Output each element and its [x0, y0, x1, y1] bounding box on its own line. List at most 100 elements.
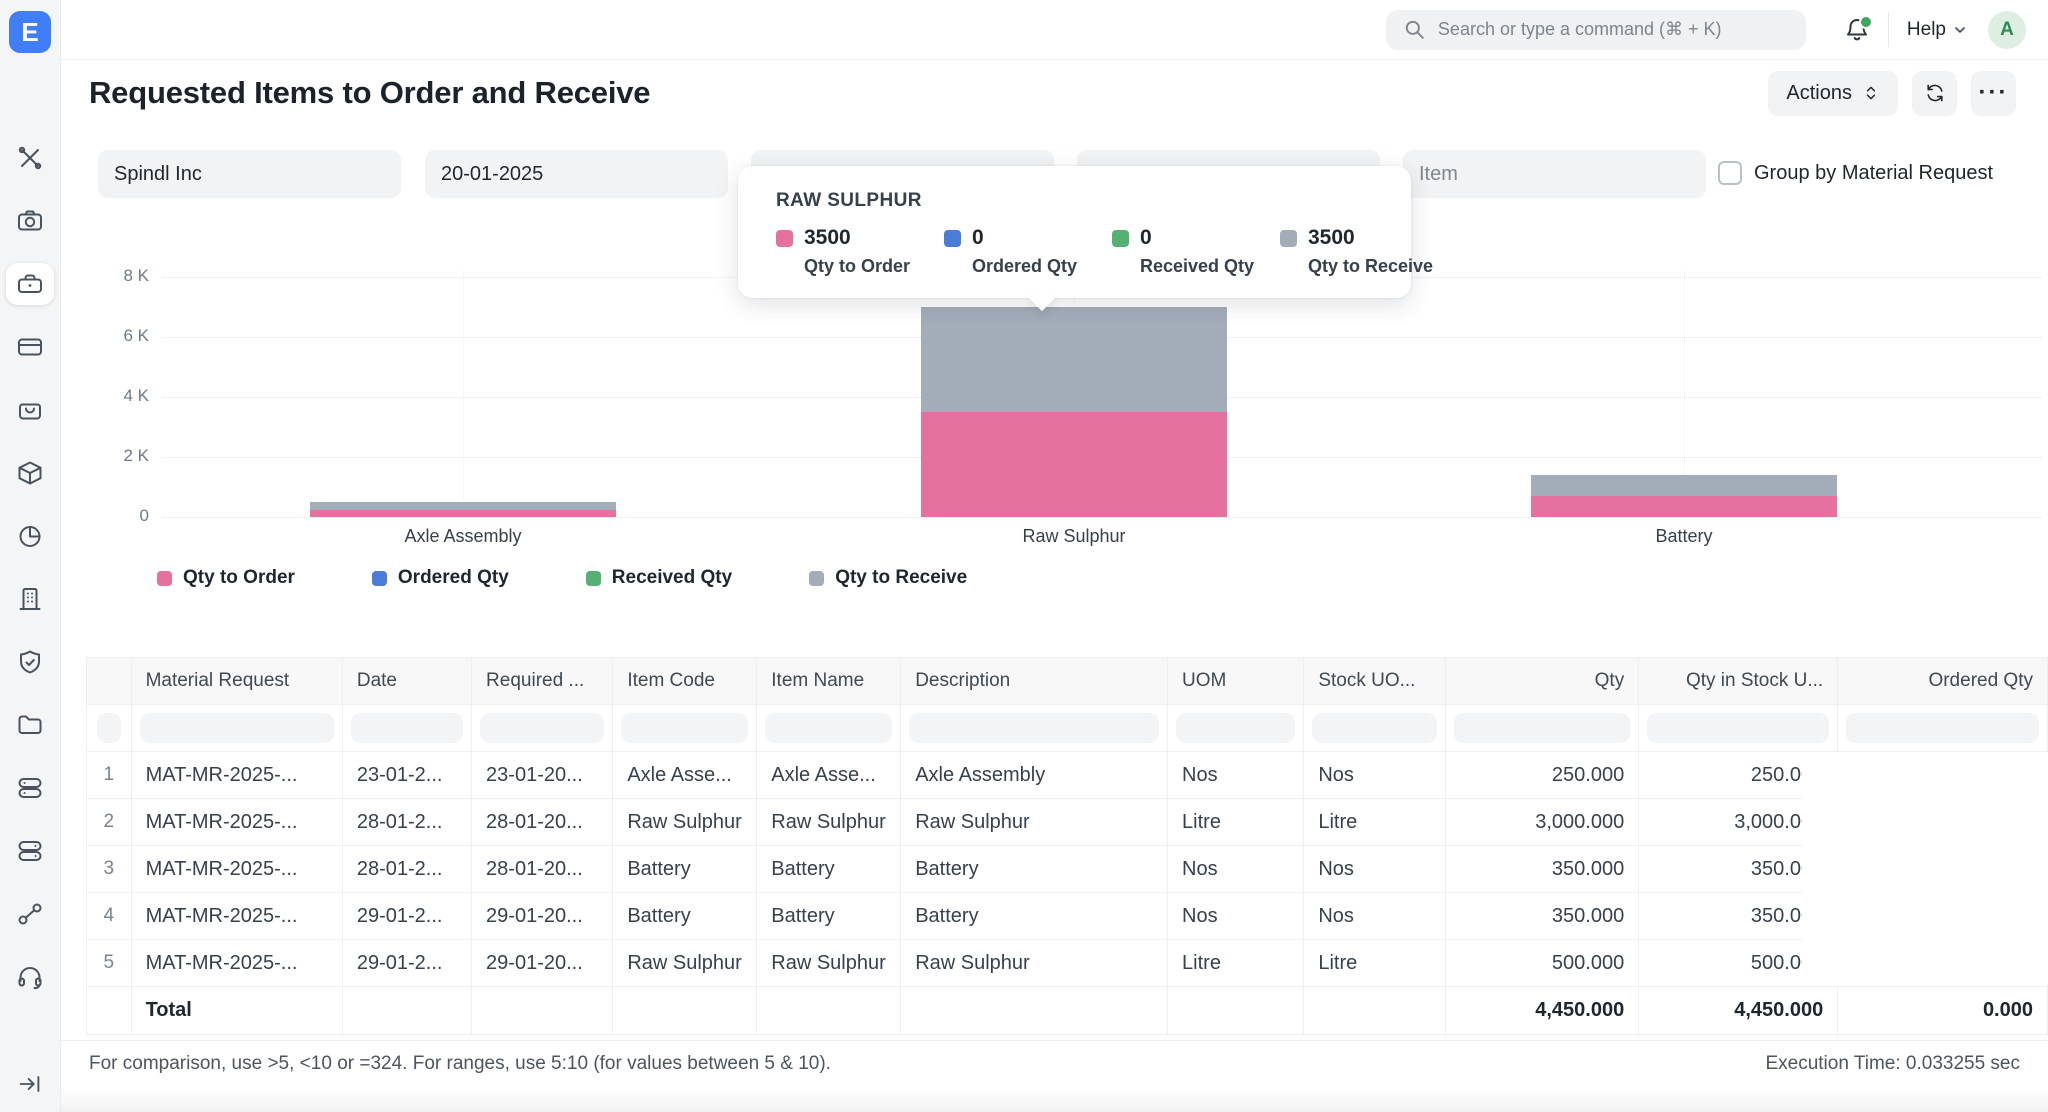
column-filter-input[interactable]: [97, 713, 121, 743]
search-placeholder: Search or type a command (⌘ + K): [1438, 19, 1722, 40]
filter-from-date[interactable]: 20-01-2025: [425, 150, 728, 198]
sidebar-item-database-rows-2[interactable]: [0, 819, 60, 882]
group-by-checkbox[interactable]: [1718, 161, 1742, 185]
table-row: 1MAT-MR-2025-...23-01-2...23-01-20...Axl…: [87, 752, 2048, 799]
table-cell: MAT-MR-2025-...: [131, 799, 342, 846]
table-cell: Raw Sulphur: [757, 799, 901, 846]
column-filter-input[interactable]: [1176, 713, 1295, 743]
bottom-shade: [61, 1088, 2048, 1112]
table-cell: Litre: [1168, 940, 1304, 987]
filter-company[interactable]: Spindl Inc: [98, 150, 401, 198]
refresh-icon: [1923, 81, 1947, 105]
column-header[interactable]: Required ...: [472, 658, 613, 705]
table-cell: 23-01-20...: [472, 752, 613, 799]
shield-check-icon: [15, 647, 45, 677]
column-filter-input[interactable]: [765, 713, 892, 743]
column-filter-input[interactable]: [480, 713, 604, 743]
column-header[interactable]: Item Code: [613, 658, 757, 705]
avatar[interactable]: A: [1988, 11, 2026, 49]
sidebar-item-folder[interactable]: [0, 693, 60, 756]
bar-segment-qty-to-order[interactable]: [1531, 496, 1837, 517]
legend-label: Qty to Order: [183, 567, 295, 589]
actions-label: Actions: [1786, 82, 1852, 105]
row-number: 2: [87, 799, 132, 846]
bar-segment-qty-to-receive[interactable]: [921, 307, 1227, 412]
column-filter-input[interactable]: [621, 713, 748, 743]
column-filter-input[interactable]: [1846, 713, 2039, 743]
table-cell: Nos: [1304, 893, 1446, 940]
table-cell: Nos: [1304, 846, 1446, 893]
column-header[interactable]: Ordered Qty: [1838, 658, 2048, 705]
refresh-button[interactable]: [1912, 71, 1957, 116]
sidebar-item-card[interactable]: [0, 315, 60, 378]
table-cell: Axle Assembly: [901, 752, 1168, 799]
sidebar-item-camera-box[interactable]: [0, 189, 60, 252]
legend-item[interactable]: Qty to Order: [157, 567, 295, 589]
column-header[interactable]: Description: [901, 658, 1168, 705]
help-menu[interactable]: Help: [1907, 19, 1968, 41]
column-header[interactable]: Material Request: [131, 658, 342, 705]
column-filter-input[interactable]: [1647, 713, 1829, 743]
sidebar-item-shopping-bag[interactable]: [0, 378, 60, 441]
table-header-row: Material RequestDateRequired ...Item Cod…: [87, 658, 2048, 705]
sidebar-item-building[interactable]: [0, 567, 60, 630]
legend-item[interactable]: Qty to Receive: [809, 567, 967, 589]
sidebar-item-headset[interactable]: [0, 945, 60, 1008]
bar-segment-qty-to-order[interactable]: [310, 510, 616, 518]
column-header[interactable]: [87, 658, 132, 705]
column-header[interactable]: Stock UO...: [1304, 658, 1446, 705]
search-icon: [1402, 17, 1428, 43]
column-header[interactable]: Date: [342, 658, 471, 705]
table-row: 3MAT-MR-2025-...28-01-2...28-01-20...Bat…: [87, 846, 2048, 893]
sidebar-item-package[interactable]: [0, 441, 60, 504]
notifications-bell-icon[interactable]: [1842, 15, 1872, 45]
top-bar: Search or type a command (⌘ + K) Help A: [61, 0, 2048, 60]
tooltip-swatch: [944, 230, 961, 247]
more-menu-button[interactable]: ···: [1971, 71, 2016, 116]
sidebar-item-database-rows[interactable]: [0, 756, 60, 819]
total-qty: 4,450.000: [1446, 987, 1639, 1035]
sidebar-item-tools[interactable]: [0, 126, 60, 189]
column-filter-input[interactable]: [1312, 713, 1437, 743]
total-ordered-qty: 0.000: [1838, 987, 2048, 1035]
column-filter-input[interactable]: [351, 713, 463, 743]
sidebar-item-pie-chart[interactable]: [0, 504, 60, 567]
tooltip-swatch: [1112, 230, 1129, 247]
package-icon: [15, 458, 45, 488]
group-by-label: Group by Material Request: [1754, 162, 1993, 185]
tooltip-entry: 0Ordered Qty: [944, 226, 1112, 277]
column-filter-input[interactable]: [140, 713, 334, 743]
collapse-sidebar-icon[interactable]: [0, 1070, 60, 1098]
row-number: 1: [87, 752, 132, 799]
bar-battery[interactable]: [1531, 475, 1837, 517]
search-input[interactable]: Search or type a command (⌘ + K): [1386, 10, 1806, 50]
column-header[interactable]: Item Name: [757, 658, 901, 705]
bar-segment-qty-to-order[interactable]: [921, 412, 1227, 517]
toolbox-icon: [6, 263, 54, 305]
legend-item[interactable]: Ordered Qty: [372, 567, 509, 589]
tooltip-label: Received Qty: [1140, 256, 1280, 277]
tooltip-value: 3500: [804, 226, 851, 250]
bar-segment-qty-to-receive[interactable]: [1531, 475, 1837, 496]
column-header[interactable]: Qty: [1446, 658, 1639, 705]
shopping-bag-icon: [15, 395, 45, 425]
legend-item[interactable]: Received Qty: [586, 567, 732, 589]
page-title: Requested Items to Order and Receive: [89, 75, 650, 111]
column-header[interactable]: Qty in Stock U...: [1639, 658, 1838, 705]
column-header[interactable]: UOM: [1168, 658, 1304, 705]
folder-icon: [15, 710, 45, 740]
filter-item[interactable]: Item: [1403, 150, 1706, 198]
sidebar-item-shield-check[interactable]: [0, 630, 60, 693]
bar-axle-assembly[interactable]: [310, 502, 616, 517]
table-cell: 29-01-20...: [472, 940, 613, 987]
actions-button[interactable]: Actions: [1768, 71, 1898, 116]
sidebar-item-link-nodes[interactable]: [0, 882, 60, 945]
bar-raw-sulphur[interactable]: [921, 307, 1227, 517]
table-cell: 3,000.000: [1446, 799, 1639, 846]
row-number: 3: [87, 846, 132, 893]
column-filter-input[interactable]: [1454, 713, 1630, 743]
bar-segment-qty-to-receive[interactable]: [310, 502, 616, 510]
app-logo[interactable]: E: [9, 11, 51, 53]
column-filter-input[interactable]: [909, 713, 1159, 743]
sidebar-item-toolbox[interactable]: [0, 252, 60, 315]
